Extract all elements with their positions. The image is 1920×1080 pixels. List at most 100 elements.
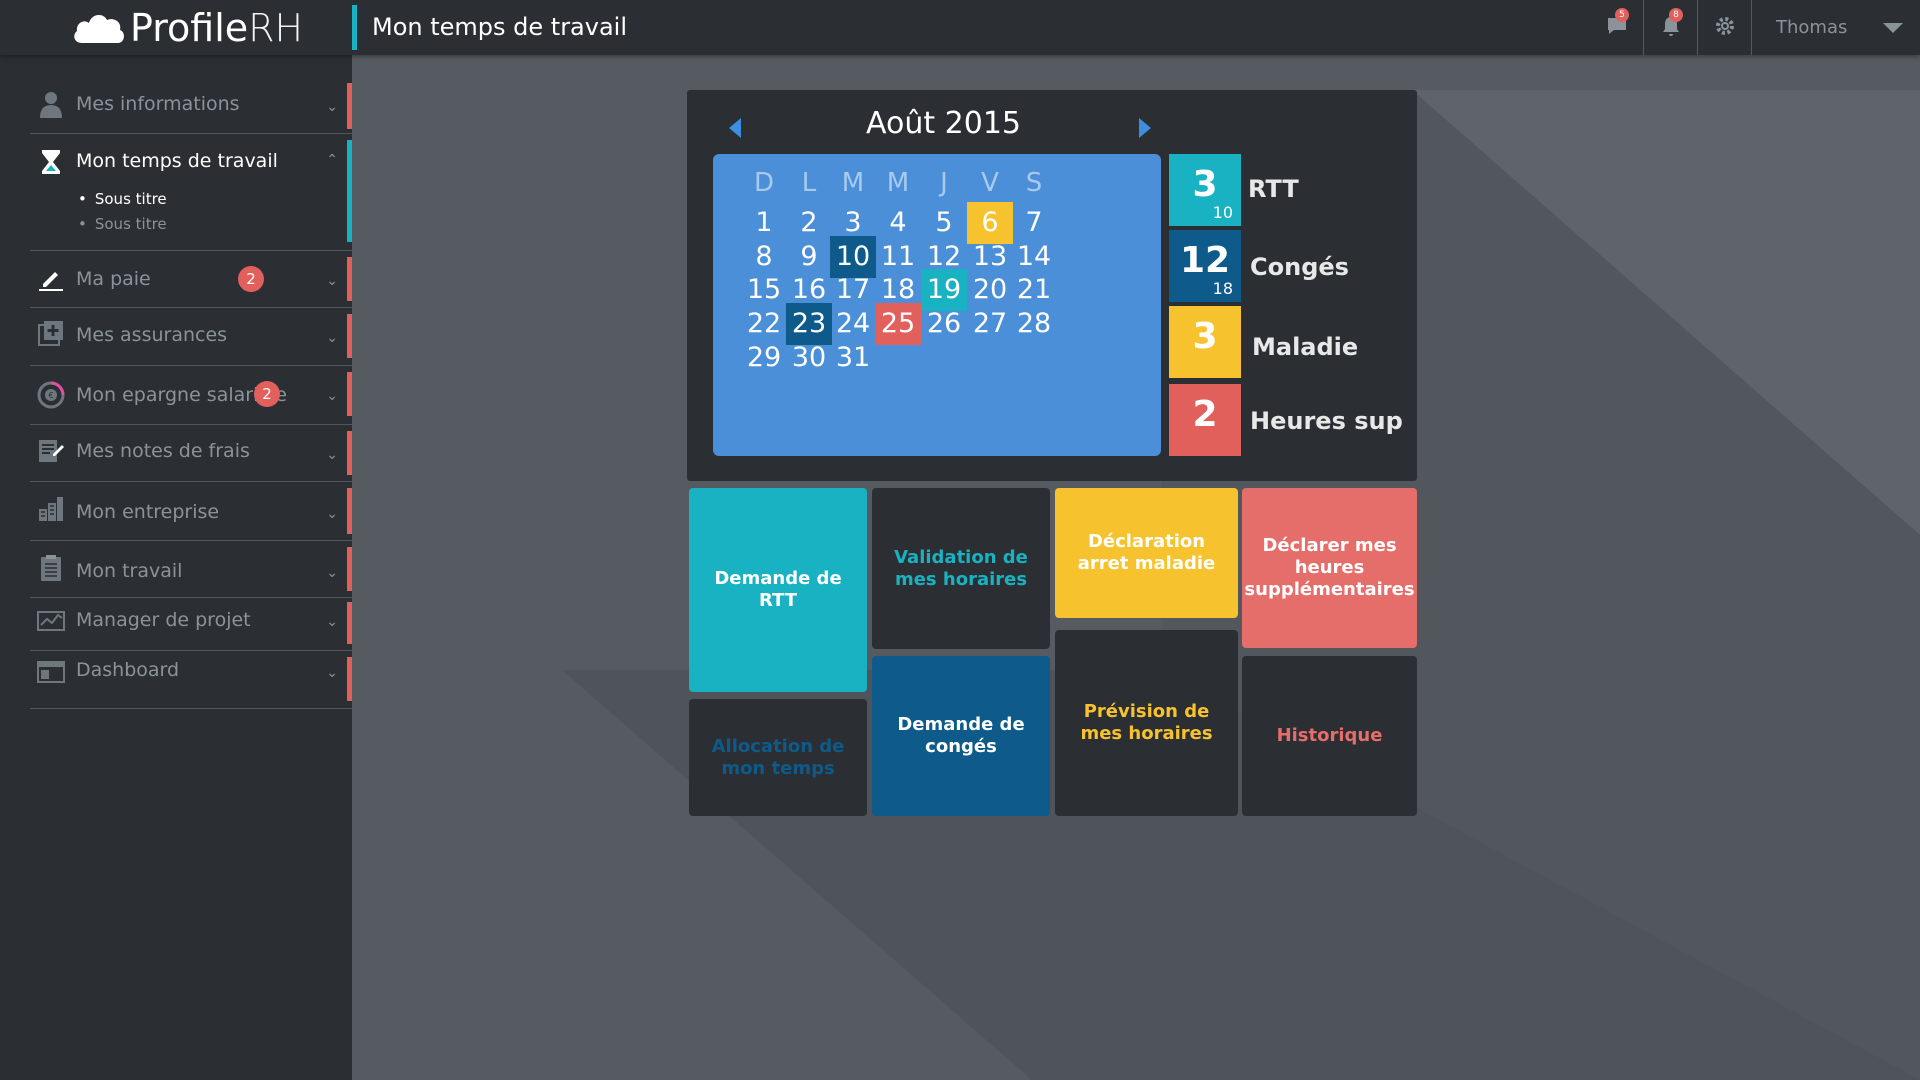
notifications-button[interactable]: 8 (1644, 0, 1698, 55)
stat-conges-value: 12 (1179, 240, 1231, 281)
item-accent (347, 140, 352, 242)
stat-maladie-label: Maladie (1252, 333, 1359, 361)
calendar-day[interactable]: 25 (875, 303, 921, 345)
notifications-badge: 8 (1669, 8, 1683, 22)
calendar-day[interactable]: 31 (830, 337, 876, 379)
stat-rtt-value: 3 (1192, 164, 1218, 205)
sidebar-item-mon-travail[interactable]: Mon travail ⌄ (30, 541, 352, 598)
clipboard-icon (36, 553, 66, 583)
savings-icon: € (36, 380, 66, 410)
stat-conges-total: 18 (1212, 279, 1233, 298)
sidebar-item-label: Manager de projet (76, 609, 251, 631)
calendar-day[interactable]: 28 (1011, 303, 1057, 345)
stat-heures-sup-label: Heures sup (1250, 407, 1403, 435)
sidebar-item-mes-assurances[interactable]: Mes assurances ⌄ (30, 308, 352, 366)
item-accent (347, 602, 352, 644)
plus-box-icon (36, 318, 66, 348)
stat-rtt-label: RTT (1248, 175, 1299, 203)
tile-label: Allocation de mon temps (711, 735, 845, 779)
stat-rtt-total: 10 (1212, 203, 1233, 222)
settings-button[interactable] (1698, 0, 1752, 55)
svg-text:€: € (48, 391, 53, 400)
weekday-label: M (886, 168, 910, 198)
demande-rtt-tile[interactable]: Demande de RTT (689, 488, 867, 692)
sidebar-item-label: Mon travail (76, 560, 183, 582)
cloud-logo-icon (72, 11, 126, 45)
dashboard-icon (36, 657, 66, 687)
stat-conges-box[interactable]: 12 18 (1169, 230, 1241, 302)
messages-badge: 5 (1615, 8, 1629, 22)
sidebar-subitem[interactable]: Sous titre (78, 190, 167, 208)
demande-conges-tile[interactable]: Demande de congés (872, 656, 1050, 816)
tile-label: Historique (1276, 725, 1383, 746)
sidebar-item-mes-informations[interactable]: Mes informations ⌄ (30, 77, 352, 134)
stat-maladie-box[interactable]: 3 (1169, 306, 1241, 378)
item-accent (347, 314, 352, 358)
chevron-down-icon: ⌄ (326, 614, 338, 630)
calendar-day[interactable]: 27 (967, 303, 1013, 345)
user-icon (36, 89, 66, 119)
tile-label: Validation de mes horaires (894, 546, 1028, 590)
user-menu[interactable]: Thomas (1752, 0, 1920, 55)
stat-maladie-value: 3 (1192, 316, 1218, 357)
stat-heures-sup-box[interactable]: 2 (1169, 384, 1241, 456)
weekday-label: D (753, 168, 775, 198)
weekday-label: J (940, 168, 948, 198)
stat-conges-label: Congés (1250, 253, 1349, 281)
calendar-day[interactable]: 26 (921, 303, 967, 345)
sidebar-item-mon-entreprise[interactable]: Mon entreprise ⌄ (30, 482, 352, 541)
stat-rtt-box[interactable]: 3 10 (1169, 154, 1241, 226)
user-name: Thomas (1776, 17, 1848, 38)
gear-icon (1713, 14, 1737, 42)
validation-horaires-tile[interactable]: Validation de mes horaires (872, 488, 1050, 649)
sidebar: Mes informations ⌄ Mon temps de travail … (0, 55, 352, 1080)
page-title: Mon temps de travail (372, 13, 628, 41)
weekday-label: M (841, 168, 865, 198)
sidebar-item-mon-epargne-salariale[interactable]: € Mon epargne salariale 2 ⌄ (30, 366, 352, 425)
tile-label: Déclarer mes heures supplémentaires (1244, 535, 1415, 600)
sidebar-item-mon-temps-de-travail[interactable]: Mon temps de travail ⌃ Sous titre Sous t… (30, 134, 352, 251)
sidebar-item-mes-notes-de-frais[interactable]: Mes notes de frais ⌄ (30, 425, 352, 482)
prevision-horaires-tile[interactable]: Prévision de mes horaires (1055, 630, 1238, 816)
chevron-up-icon: ⌃ (326, 152, 338, 168)
item-accent (347, 257, 352, 301)
chevron-down-icon: ⌄ (326, 665, 338, 681)
sidebar-item-dashboard[interactable]: Dashboard ⌄ (30, 651, 352, 709)
tile-label: Demande de congés (897, 714, 1025, 757)
messages-button[interactable]: 5 (1590, 0, 1644, 55)
sidebar-subitem[interactable]: Sous titre (78, 215, 167, 233)
weekday-label: L (801, 168, 817, 198)
calendar-grid: DLMMJVS 1 2 3 4 5 6 7 8 9 10 11 12 13 14 15 16 17 18 19 20 2… (713, 154, 1161, 456)
sidebar-item-ma-paie[interactable]: Ma paie 2 ⌄ (30, 251, 352, 308)
chevron-down-icon: ⌄ (326, 388, 338, 404)
chevron-down-icon: ⌄ (326, 330, 338, 346)
calendar-day[interactable]: 29 (741, 337, 787, 379)
calendar-day[interactable]: 30 (786, 337, 832, 379)
logo-text: ProfileRH (130, 6, 304, 50)
heures-sup-tile[interactable]: Déclarer mes heures supplémentaires (1242, 488, 1417, 648)
sidebar-item-label: Mes notes de frais (76, 440, 250, 462)
top-actions: 5 8 Thomas (1590, 0, 1920, 55)
chart-icon (36, 606, 66, 636)
declaration-arret-tile[interactable]: Déclaration arret maladie (1055, 488, 1238, 618)
next-month-icon[interactable] (1139, 118, 1151, 138)
building-icon (36, 494, 66, 524)
allocation-temps-tile[interactable]: Allocation de mon temps (689, 699, 867, 816)
chevron-down-icon: ⌄ (326, 565, 338, 581)
calendar-month-title: Août 2015 (865, 106, 1021, 141)
hourglass-icon (36, 147, 66, 177)
top-bar: ProfileRH Mon temps de travail 5 8 Thoma… (0, 0, 1920, 55)
chevron-down-icon: ⌄ (326, 506, 338, 522)
tile-label: Demande de RTT (714, 568, 842, 611)
item-accent (347, 488, 352, 534)
sidebar-item-label: Mon temps de travail (76, 150, 278, 172)
sidebar-item-label: Ma paie (76, 268, 151, 290)
notification-badge: 2 (238, 266, 264, 292)
chevron-down-icon: ⌄ (326, 273, 338, 289)
calendar-panel: Août 2015 DLMMJVS 1 2 3 4 5 6 7 8 9 10 11 12 13 14 15 1… (687, 90, 1417, 481)
historique-tile[interactable]: Historique (1242, 656, 1417, 816)
notification-badge: 2 (254, 381, 280, 407)
sidebar-item-manager-de-projet[interactable]: Manager de projet ⌄ (30, 598, 352, 651)
logo[interactable]: ProfileRH (72, 6, 303, 50)
pen-icon (36, 263, 66, 293)
